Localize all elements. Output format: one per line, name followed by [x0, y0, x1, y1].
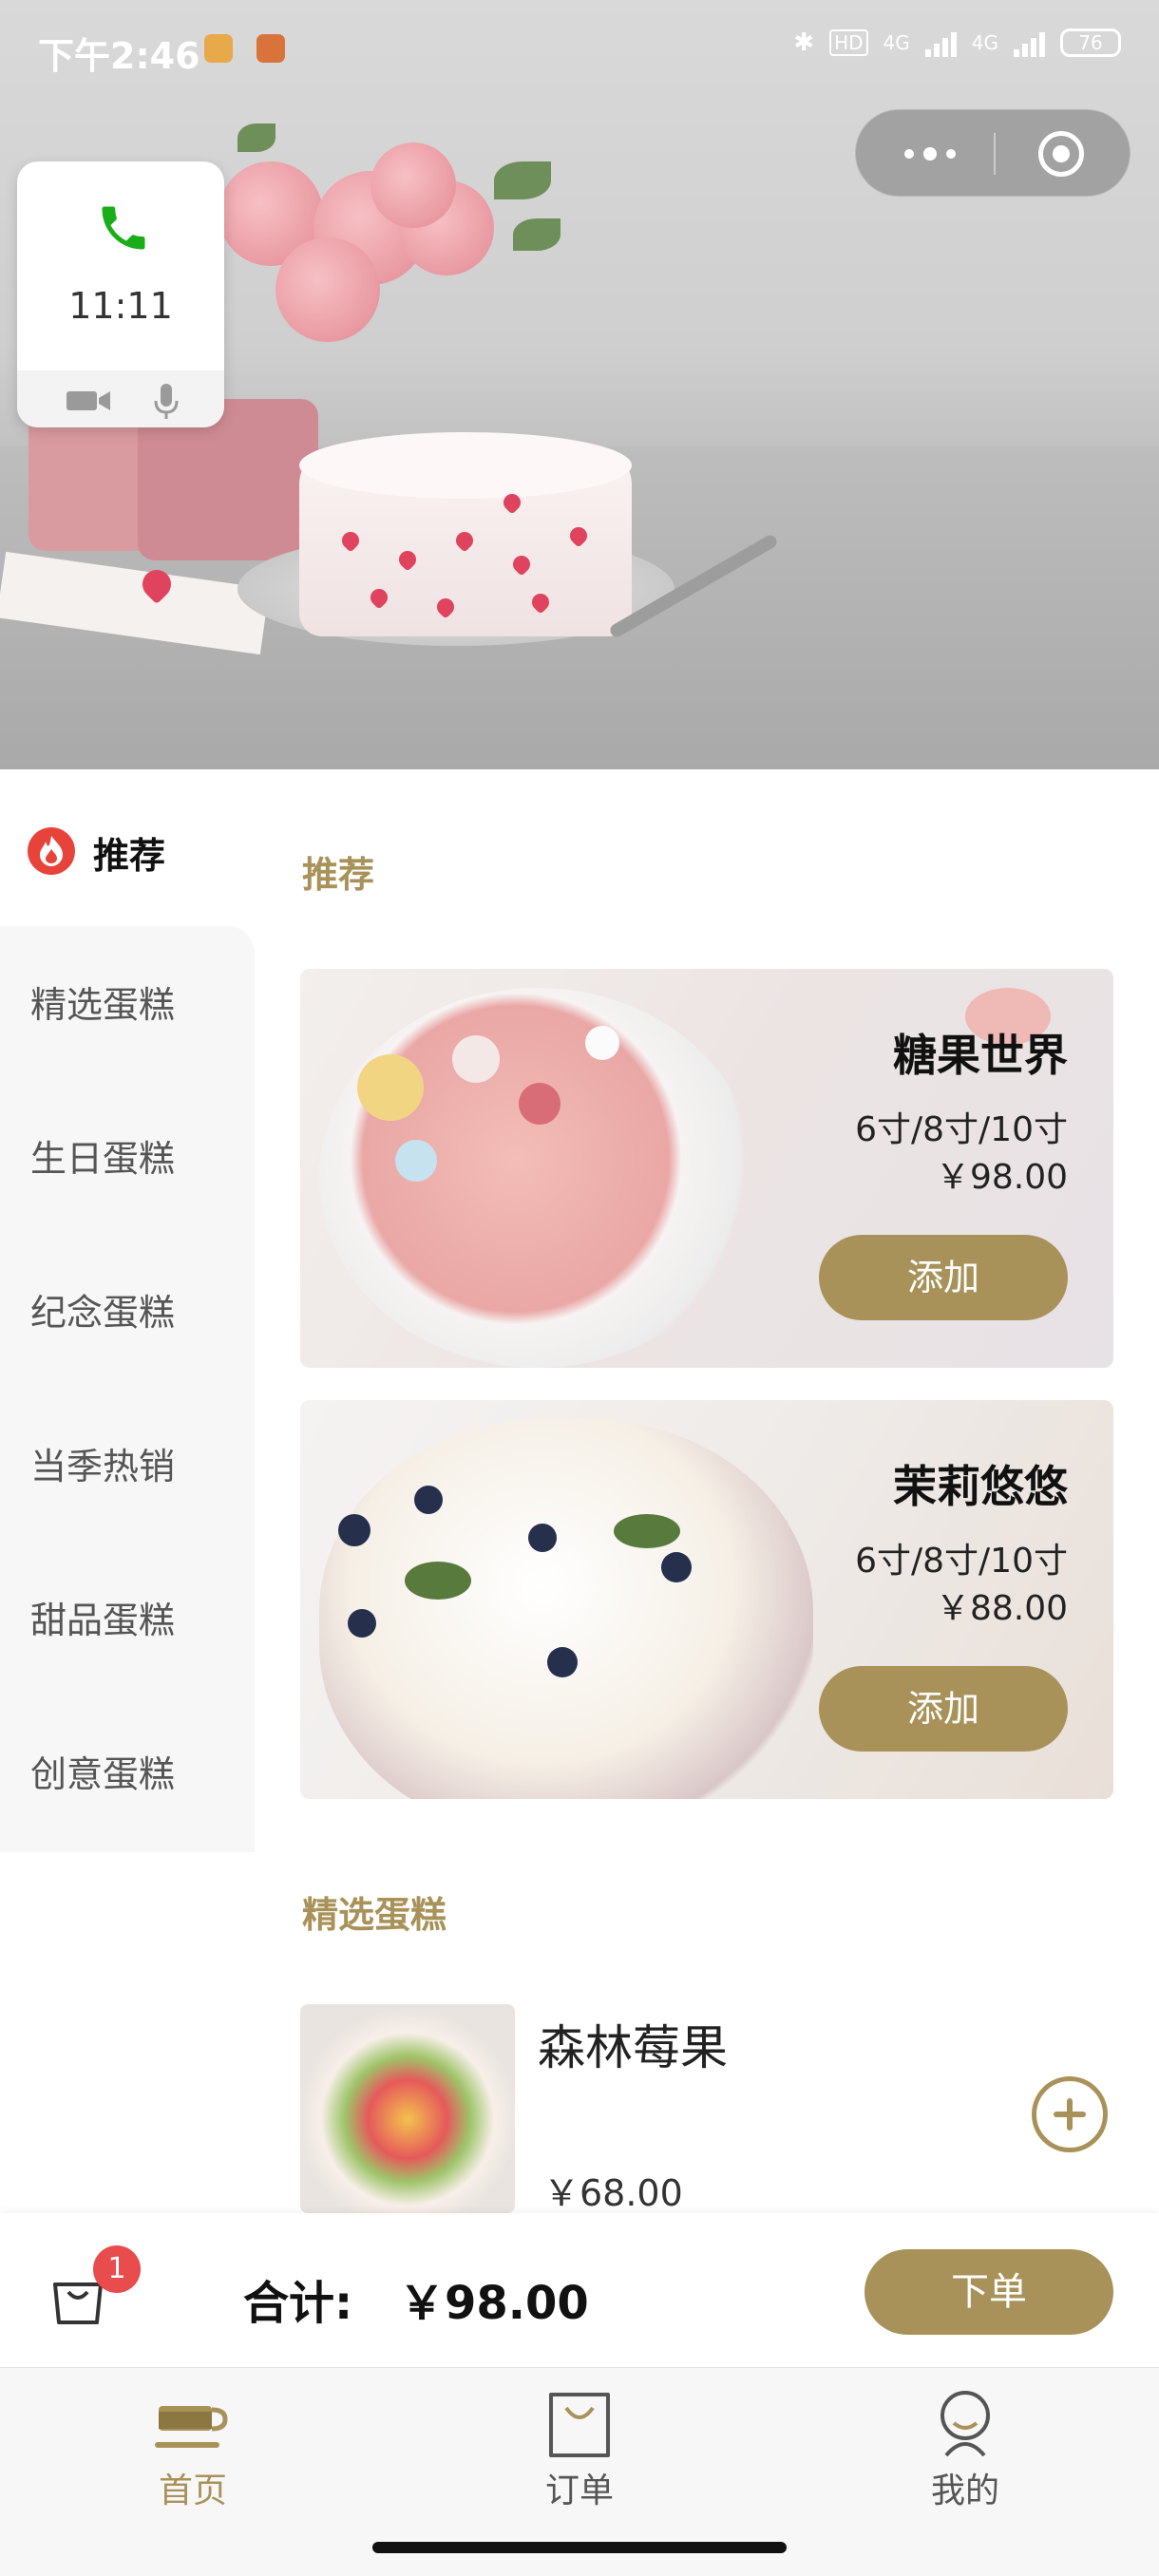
- promo-card[interactable]: 糖果世界 6寸/8寸/10寸 ￥98.00 添加: [300, 969, 1113, 1368]
- signal-icon: [924, 28, 957, 57]
- capsule-divider: [994, 133, 996, 175]
- candy-decoration: [357, 1054, 424, 1121]
- cart-bar: 1 合计: ￥98.00 下单: [0, 2213, 1159, 2367]
- product-price: ￥68.00: [543, 2172, 683, 2214]
- cart-badge: 1: [93, 2245, 141, 2293]
- notification-app-icon: [204, 34, 233, 63]
- bluetooth-icon: ✱: [793, 28, 815, 57]
- microphone-icon[interactable]: [152, 382, 180, 420]
- promo-price: ￥88.00: [935, 1589, 1068, 1628]
- candy-decoration: [452, 1035, 500, 1083]
- user-icon: [940, 2391, 990, 2457]
- status-icons: ✱ HD 4G 4G 76: [793, 28, 1121, 57]
- candy-decoration: [519, 1083, 560, 1125]
- total-label: 合计:: [243, 2277, 353, 2330]
- hero-cake-top: [299, 432, 632, 499]
- hd-icon: HD: [829, 29, 868, 56]
- candy-decoration: [395, 1140, 437, 1182]
- tab-label: 首页: [158, 2472, 227, 2510]
- hero-flower: [276, 237, 380, 342]
- tab-label: 订单: [544, 2472, 614, 2510]
- blueberry-decoration: [348, 1609, 376, 1638]
- add-button[interactable]: 添加: [819, 1666, 1068, 1752]
- sidebar-item-label: 推荐: [93, 835, 166, 877]
- hero-leaf: [513, 218, 560, 251]
- status-time: 下午2:46: [38, 35, 200, 77]
- hero-flower: [370, 142, 456, 228]
- total-value: ￥98.00: [399, 2277, 589, 2330]
- status-bar: 下午2:46 ✱ HD 4G 4G 76: [0, 0, 1159, 95]
- blueberry-decoration: [528, 1524, 557, 1552]
- video-camera-icon[interactable]: [65, 388, 112, 414]
- sidebar-item-birthday-cakes[interactable]: 生日蛋糕: [30, 1129, 249, 1182]
- battery-icon: 76: [1060, 28, 1121, 57]
- tab-home[interactable]: 首页: [98, 2389, 288, 2522]
- leaf-decoration: [614, 1514, 680, 1548]
- cake-image: [319, 1419, 813, 1799]
- fire-icon: [28, 827, 75, 875]
- leaf-decoration: [405, 1562, 471, 1600]
- product-list-item[interactable]: 森林莓果 ￥68.00: [300, 2004, 1113, 2214]
- close-miniprogram-icon[interactable]: [1038, 131, 1084, 177]
- network-label-2: 4G: [971, 31, 998, 54]
- more-icon[interactable]: [892, 139, 968, 169]
- sidebar-item-dessert-cakes[interactable]: 甜品蛋糕: [30, 1591, 249, 1643]
- promo-name: 茉莉悠悠: [893, 1461, 1068, 1512]
- candy-decoration: [585, 1026, 619, 1060]
- miniprogram-capsule: [855, 109, 1130, 197]
- blueberry-decoration: [338, 1514, 370, 1546]
- floating-call-widget[interactable]: 11:11: [17, 161, 224, 427]
- promo-sizes: 6寸/8寸/10寸: [855, 1110, 1068, 1149]
- product-image: [300, 2004, 515, 2213]
- sidebar-item-seasonal-hot[interactable]: 当季热销: [30, 1437, 249, 1489]
- promo-card[interactable]: 茉莉悠悠 6寸/8寸/10寸 ￥88.00 添加: [300, 1400, 1113, 1799]
- sidebar-item-selected-cakes[interactable]: 精选蛋糕: [30, 975, 249, 1028]
- place-order-button[interactable]: 下单: [864, 2249, 1113, 2335]
- cake-image: [319, 988, 756, 1368]
- promo-price: ￥98.00: [935, 1158, 1068, 1197]
- hero-leaf: [238, 123, 276, 152]
- shopping-bag-icon: [549, 2393, 610, 2457]
- section-title-selected: 精选蛋糕: [302, 1894, 447, 1936]
- home-indicator: [372, 2542, 787, 2553]
- phone-icon: [102, 206, 145, 250]
- add-button[interactable]: 添加: [819, 1235, 1068, 1320]
- blueberry-decoration: [661, 1552, 692, 1582]
- sidebar-item-anniversary-cakes[interactable]: 纪念蛋糕: [30, 1283, 249, 1335]
- tab-label: 我的: [930, 2472, 999, 2510]
- sidebar-item-creative-cakes[interactable]: 创意蛋糕: [30, 1745, 249, 1797]
- notification-chat-icon: [256, 34, 285, 63]
- sidebar-item-recommend[interactable]: 推荐: [0, 769, 255, 926]
- hero-leaf: [494, 161, 551, 199]
- tab-profile[interactable]: 我的: [870, 2389, 1060, 2522]
- category-sidebar: 推荐 精选蛋糕 生日蛋糕 纪念蛋糕 当季热销 甜品蛋糕 创意蛋糕: [0, 769, 255, 1852]
- section-title-recommend: 推荐: [302, 854, 375, 896]
- call-controls: [17, 370, 224, 427]
- product-name: 森林莓果: [538, 2020, 728, 2075]
- plus-circle-icon[interactable]: [1032, 2076, 1108, 2152]
- blueberry-decoration: [547, 1647, 578, 1677]
- call-duration: 11:11: [68, 285, 173, 327]
- signal-icon-2: [1014, 28, 1045, 57]
- sidebar-list: 精选蛋糕 生日蛋糕 纪念蛋糕 当季热销 甜品蛋糕 创意蛋糕: [0, 926, 255, 1852]
- promo-sizes: 6寸/8寸/10寸: [855, 1542, 1068, 1581]
- coffee-cup-icon: [155, 2406, 228, 2448]
- tab-orders[interactable]: 订单: [484, 2389, 674, 2522]
- promo-name: 糖果世界: [893, 1030, 1068, 1081]
- network-label-1: 4G: [883, 31, 910, 54]
- blueberry-decoration: [414, 1486, 443, 1514]
